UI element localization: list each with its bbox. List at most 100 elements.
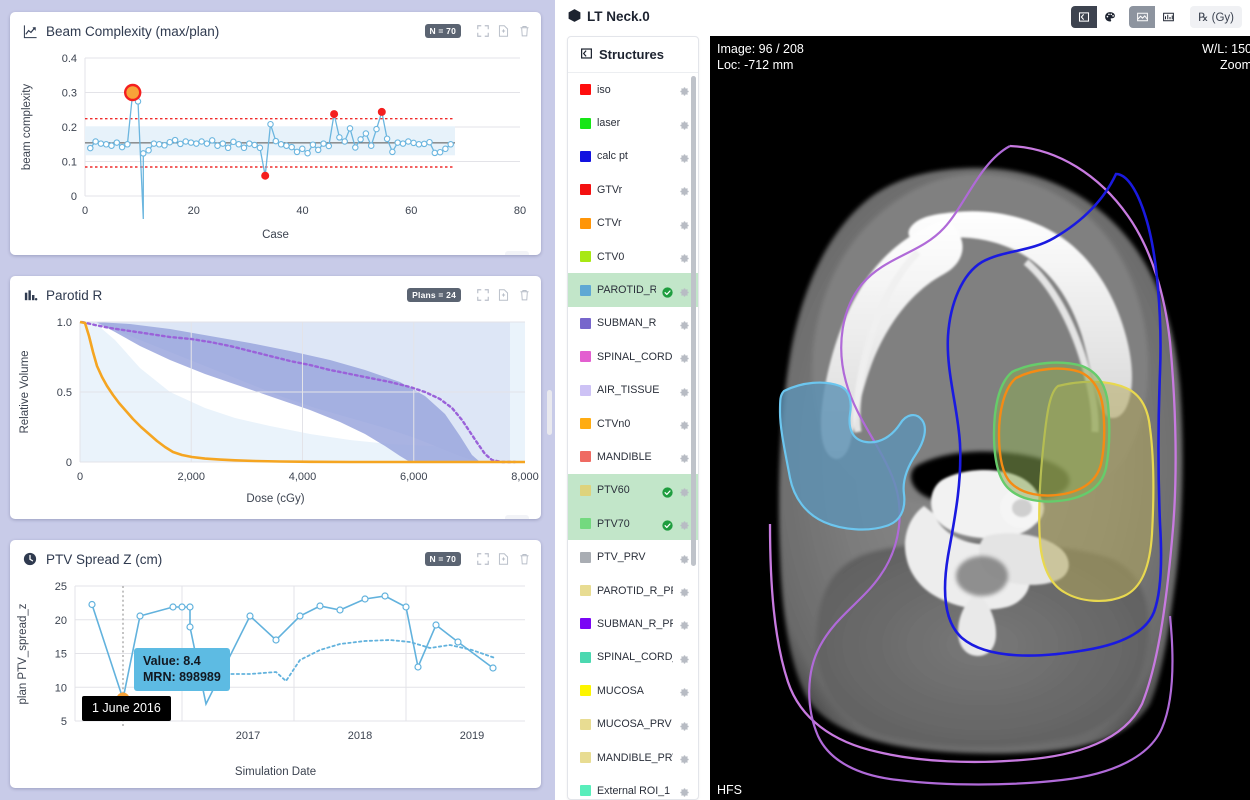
structure-name: PTV60	[597, 484, 630, 497]
structure-row[interactable]: laser	[568, 106, 698, 139]
structure-row[interactable]: PTV70	[568, 507, 698, 541]
structure-settings-gear-icon[interactable]	[679, 218, 690, 230]
chart-options-button[interactable]: •••	[505, 251, 529, 255]
svg-text:20: 20	[188, 205, 200, 217]
chart-card-parotid-r[interactable]: Parotid R Plans = 24 0 0.5 1.0 0 2,000 4…	[10, 276, 541, 519]
structure-color-swatch	[580, 384, 591, 396]
structure-color-swatch	[580, 150, 591, 162]
structure-name: GTVr	[597, 183, 623, 196]
structure-row[interactable]: SUBMAN_R	[568, 307, 698, 340]
svg-text:60: 60	[405, 205, 417, 217]
structure-settings-gear-icon[interactable]	[679, 285, 690, 297]
structure-row[interactable]: calc pt	[568, 140, 698, 173]
chart-card-beam-complexity[interactable]: Beam Complexity (max/plan) N = 70 0 0.1 …	[10, 12, 541, 255]
structure-settings-gear-icon[interactable]	[679, 184, 690, 196]
structure-row[interactable]: MANDIBLE_PRV	[568, 741, 698, 774]
structure-settings-gear-icon[interactable]	[679, 118, 690, 130]
structure-row[interactable]: External ROI_1	[568, 774, 698, 799]
structure-row[interactable]: MANDIBLE	[568, 440, 698, 473]
structures-scrollbar[interactable]	[691, 76, 696, 566]
structure-row[interactable]: MUCOSA_PRV	[568, 707, 698, 740]
structure-settings-gear-icon[interactable]	[679, 652, 690, 664]
add-note-icon[interactable]	[495, 287, 512, 304]
expand-icon[interactable]	[474, 23, 491, 40]
image-view-button[interactable]	[1129, 5, 1156, 28]
parotid-dvh-plot[interactable]: 0 0.5 1.0 0 2,000 4,000 6,000 8,000 Relative …	[10, 310, 541, 505]
structure-row[interactable]: GTVr	[568, 173, 698, 206]
structure-color-swatch	[580, 752, 591, 763]
structure-settings-gear-icon[interactable]	[679, 685, 690, 697]
structure-row[interactable]: PAROTID_R	[568, 273, 698, 307]
structure-color-swatch	[580, 317, 591, 329]
svg-text:0: 0	[66, 457, 72, 469]
add-note-icon[interactable]	[495, 23, 512, 40]
structure-row[interactable]: PAROTID_R_PRV	[568, 574, 698, 607]
svg-text:15: 15	[55, 649, 67, 661]
structure-name: SPINAL_CORD	[597, 350, 673, 363]
structure-row[interactable]: AIR_TISSUE	[568, 374, 698, 407]
palette-toggle-button[interactable]	[1097, 5, 1124, 28]
structure-color-swatch	[580, 451, 591, 463]
structure-visible-check-icon[interactable]	[662, 485, 673, 498]
structure-settings-gear-icon[interactable]	[679, 518, 690, 530]
structure-settings-gear-icon[interactable]	[679, 752, 690, 764]
structure-settings-gear-icon[interactable]	[679, 585, 690, 597]
dvh-view-button[interactable]	[1155, 5, 1182, 28]
structure-color-swatch	[580, 785, 591, 797]
structure-name: iso	[597, 83, 611, 96]
structure-settings-gear-icon[interactable]	[679, 719, 690, 731]
svg-text:25: 25	[55, 581, 67, 593]
chart-header: Beam Complexity (max/plan) N = 70	[10, 16, 541, 46]
structure-name: PAROTID_R_PRV	[597, 584, 673, 597]
structure-settings-gear-icon[interactable]	[679, 351, 690, 363]
delete-icon[interactable]	[516, 23, 533, 40]
structure-row[interactable]: SUBMAN_R_PRV	[568, 607, 698, 640]
structure-row[interactable]: SPINAL_CORD_PRV3	[568, 641, 698, 674]
structures-view-toggle-group	[1071, 5, 1124, 28]
structure-row[interactable]: CTVn0	[568, 407, 698, 440]
structure-row[interactable]: iso	[568, 73, 698, 106]
add-note-icon[interactable]	[495, 551, 512, 568]
expand-icon[interactable]	[474, 287, 491, 304]
structure-settings-gear-icon[interactable]	[679, 618, 690, 631]
structure-settings-gear-icon[interactable]	[679, 318, 690, 330]
structures-toggle-button[interactable]	[1071, 5, 1098, 28]
structure-row[interactable]: PTV_PRV	[568, 540, 698, 573]
structure-visible-check-icon[interactable]	[662, 518, 673, 531]
structure-name: SPINAL_CORD_PRV3	[597, 651, 673, 664]
structure-settings-gear-icon[interactable]	[679, 785, 690, 798]
delete-icon[interactable]	[516, 551, 533, 568]
structure-row[interactable]: CTV0	[568, 240, 698, 273]
expand-icon[interactable]	[474, 551, 491, 568]
structure-visible-check-icon[interactable]	[662, 285, 673, 298]
chart-footer: •••	[10, 241, 541, 255]
prescription-units-button[interactable]: ℞ (Gy)	[1190, 5, 1242, 28]
structure-settings-gear-icon[interactable]	[679, 451, 690, 464]
structure-settings-gear-icon[interactable]	[679, 84, 690, 96]
charts-scrollbar[interactable]	[547, 390, 552, 435]
structure-name: CTV0	[597, 250, 625, 263]
structure-settings-gear-icon[interactable]	[679, 418, 690, 430]
structure-name: MANDIBLE	[597, 450, 652, 463]
ptv-spread-plot[interactable]: 25 20 15 10 5 2017 2018 2019 plan PTV_spread_…	[10, 574, 541, 778]
structure-settings-gear-icon[interactable]	[679, 251, 690, 263]
structure-row[interactable]: MUCOSA	[568, 674, 698, 707]
viewer-panel: LT Neck.0 ℞ (Gy) Structures iso laser ca…	[555, 0, 1250, 800]
structure-settings-gear-icon[interactable]	[679, 485, 690, 497]
svg-text:5: 5	[61, 716, 67, 728]
delete-icon[interactable]	[516, 287, 533, 304]
structure-color-swatch	[580, 184, 591, 196]
structure-row[interactable]: SPINAL_CORD	[568, 340, 698, 373]
structure-row[interactable]: PTV60	[568, 473, 698, 508]
structure-settings-gear-icon[interactable]	[679, 385, 690, 397]
structure-settings-gear-icon[interactable]	[679, 552, 690, 564]
x-axis-label: Case	[262, 229, 289, 241]
chart-options-button[interactable]: •••	[505, 515, 529, 519]
structure-row[interactable]: CTVr	[568, 207, 698, 240]
slice-location-text: Loc: -712 mm	[717, 58, 794, 72]
beam-complexity-plot[interactable]: 0 0.1 0.2 0.3 0.4 0 20 40 60 80 beam complexit…	[10, 46, 541, 241]
structure-settings-gear-icon[interactable]	[679, 151, 690, 163]
structures-list[interactable]: iso laser calc pt GTVr CTVr CTV0 PAROTID_R SUBM…	[568, 73, 698, 799]
chart-card-ptv-spread-z[interactable]: PTV Spread Z (cm) N = 70 25 20 15 10 5 2…	[10, 540, 541, 788]
ct-image-viewport[interactable]: Image: 96 / 208 Loc: -712 mm W/L: 150 Zo…	[710, 36, 1250, 800]
